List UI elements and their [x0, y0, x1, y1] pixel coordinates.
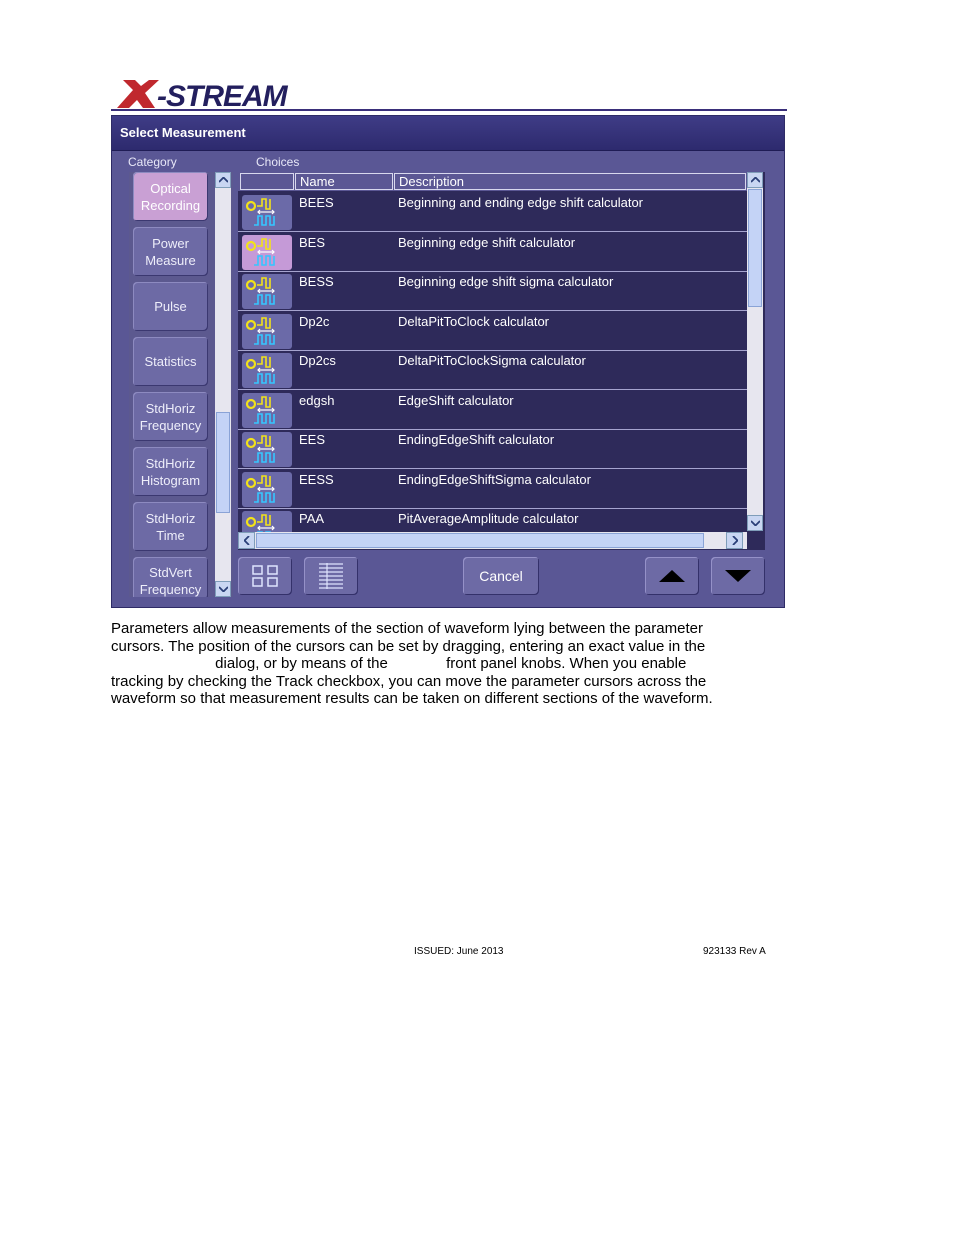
name-column-header[interactable]: Name: [295, 173, 393, 190]
issued-date: ISSUED: June 2013: [414, 946, 504, 957]
grid-view-icon: [252, 565, 278, 587]
choices-horizontal-scrollbar[interactable]: [238, 532, 747, 549]
category-statistics[interactable]: Statistics: [133, 337, 208, 386]
scroll-down-icon[interactable]: [747, 515, 763, 531]
category-label-text: Statistics: [144, 354, 197, 369]
category-stdhoriz-frequency[interactable]: StdHoriz Frequency: [133, 392, 208, 441]
svg-text:-STREAM: -STREAM: [157, 80, 289, 110]
paragraph-line: cursors. The position of the cursors can…: [111, 637, 706, 655]
category-scroll-thumb[interactable]: [216, 412, 230, 513]
row-name: BEES: [299, 195, 334, 210]
table-row[interactable]: edgsh EdgeShift calculator: [238, 390, 747, 430]
choices-label: Choices: [256, 155, 300, 169]
page-up-button[interactable]: [645, 557, 699, 595]
icon-view-button[interactable]: [238, 557, 292, 595]
body-paragraph: Parameters allow measurements of the sec…: [111, 620, 791, 708]
category-label-text: StdVert Frequency: [139, 565, 202, 597]
row-description: PitAverageAmplitude calculator: [398, 511, 579, 526]
table-row[interactable]: EES EndingEdgeShift calculator: [238, 429, 747, 469]
category-stdhoriz-time[interactable]: StdHoriz Time: [133, 502, 208, 551]
category-label-text: StdHoriz Histogram: [140, 455, 201, 488]
table-row[interactable]: Dp2cs DeltaPitToClockSigma calculator: [238, 350, 747, 390]
choices-vertical-scrollbar[interactable]: [747, 172, 763, 531]
table-row[interactable]: BES Beginning edge shift calculator: [238, 232, 747, 272]
dp2c-waveform-icon: [242, 313, 292, 349]
row-description: EndingEdgeShiftSigma calculator: [398, 471, 591, 487]
triangle-down-icon: [725, 570, 751, 582]
table-row[interactable]: EESS EndingEdgeShiftSigma calculator: [238, 469, 747, 509]
category-stdvert-frequency[interactable]: StdVert Frequency: [133, 557, 208, 597]
category-label: Category: [128, 155, 177, 169]
choices-table: Name Description BEES Beginning and endin…: [238, 172, 765, 550]
edgsh-waveform-icon: [242, 392, 292, 428]
category-label-text: Pulse: [154, 299, 187, 314]
scroll-right-icon[interactable]: [726, 532, 743, 549]
row-name: Dp2c: [299, 313, 330, 329]
bees-waveform-icon: [242, 195, 292, 230]
cancel-button[interactable]: Cancel: [463, 557, 539, 595]
choices-scroll-thumb[interactable]: [748, 189, 762, 307]
ees-waveform-icon: [242, 432, 292, 467]
table-row[interactable]: Dp2c DeltaPitToClock calculator: [238, 311, 747, 351]
dp2cs-waveform-icon: [242, 353, 292, 388]
header-rule: [111, 109, 787, 111]
paragraph-line: dialog, or by means of the front panel k…: [111, 655, 687, 672]
scroll-left-icon[interactable]: [238, 532, 255, 549]
row-description: EndingEdgeShift calculator: [398, 432, 555, 447]
cancel-button-label: Cancel: [479, 568, 523, 584]
category-label-text: Optical Recording: [140, 180, 201, 213]
category-scrollbar[interactable]: [215, 172, 231, 597]
category-stdhoriz-histogram[interactable]: StdHoriz Histogram: [133, 447, 208, 496]
category-pulse[interactable]: Pulse: [133, 282, 208, 331]
triangle-up-icon: [659, 570, 685, 582]
row-name: BESS: [299, 274, 334, 289]
scroll-up-icon[interactable]: [215, 172, 231, 188]
paragraph-line: Parameters allow measurements of the sec…: [111, 620, 703, 637]
row-name: BES: [299, 234, 326, 250]
category-label-text: StdHoriz Frequency: [139, 400, 202, 433]
category-power-measure[interactable]: Power Measure: [133, 227, 208, 276]
row-description: DeltaPitToClock calculator: [398, 313, 550, 329]
horizontal-scroll-thumb[interactable]: [256, 533, 704, 548]
row-name: edgsh: [299, 392, 335, 408]
eess-waveform-icon: [242, 471, 292, 507]
bes-waveform-icon: [242, 234, 292, 270]
row-description: Beginning edge shift calculator: [398, 234, 576, 250]
category-label-text: StdHoriz Time: [145, 510, 196, 543]
category-list: Optical Recording Power Measure Pulse St…: [129, 172, 233, 597]
row-description: DeltaPitToClockSigma calculator: [398, 353, 586, 368]
scroll-up-icon[interactable]: [747, 172, 763, 188]
row-name: PAA: [299, 511, 325, 526]
table-row[interactable]: BEES Beginning and ending edge shift calc…: [238, 192, 747, 232]
paragraph-line: waveform so that measurement results can…: [111, 690, 713, 707]
list-view-icon: [319, 563, 343, 589]
document-number: 923133 Rev A: [703, 946, 766, 957]
page-down-button[interactable]: [711, 557, 765, 595]
paragraph-line: tracking by checking the Track checkbox,…: [111, 672, 707, 690]
table-row[interactable]: BESS Beginning edge shift sigma calculato…: [238, 271, 747, 311]
table-header: Name Description: [238, 172, 747, 191]
category-label-text: Power Measure: [145, 235, 196, 268]
dialog-title: Select Measurement: [120, 125, 246, 140]
dialog-titlebar: Select Measurement: [112, 116, 784, 151]
row-description: Beginning edge shift sigma calculator: [398, 274, 614, 289]
description-column-header[interactable]: Description: [394, 173, 746, 190]
row-name: EES: [299, 432, 326, 447]
select-measurement-dialog: Select Measurement Category Choices Opti…: [111, 115, 785, 608]
scroll-down-icon[interactable]: [215, 581, 231, 597]
row-name: Dp2cs: [299, 353, 336, 368]
icon-column-header: [240, 173, 294, 190]
xstream-logo: -STREAM: [117, 80, 290, 110]
row-description: EdgeShift calculator: [398, 392, 514, 408]
row-name: EESS: [299, 471, 334, 487]
category-optical-recording[interactable]: Optical Recording: [133, 172, 208, 221]
bess-waveform-icon: [242, 274, 292, 309]
row-description: Beginning and ending edge shift calculat…: [398, 195, 644, 210]
list-view-button[interactable]: [304, 557, 358, 595]
